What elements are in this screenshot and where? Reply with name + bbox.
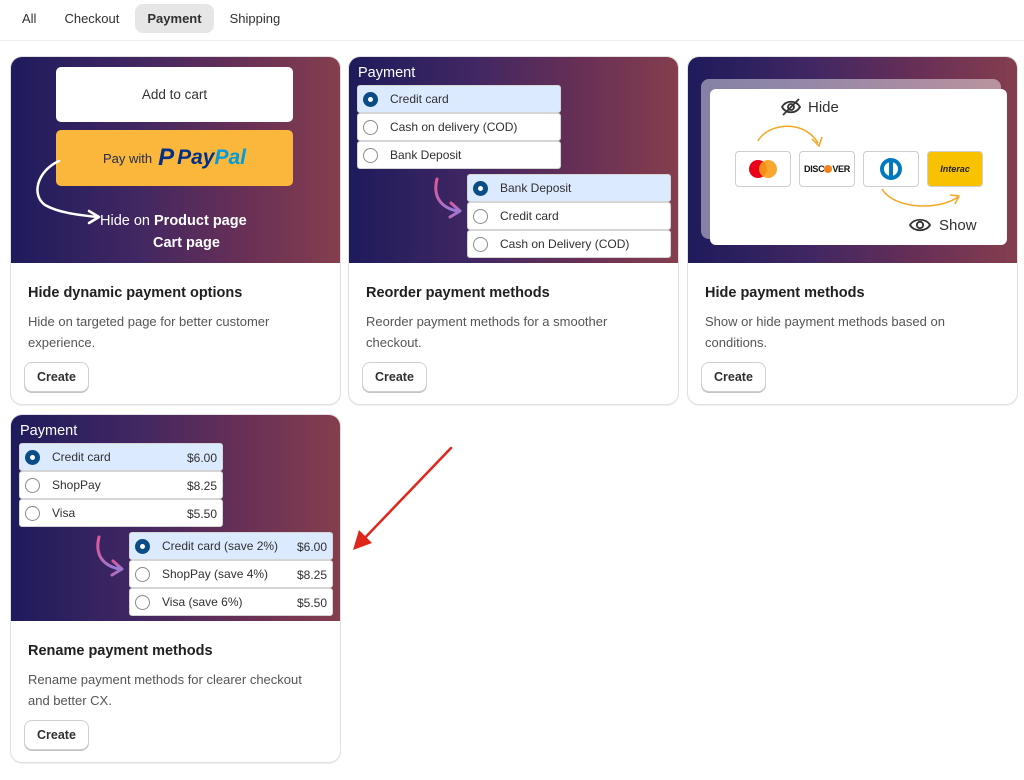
- radio-icon: [363, 119, 378, 135]
- paypal-logo-icon: P: [158, 144, 175, 171]
- interac-icon: Interac: [927, 151, 983, 187]
- card-banner: Add to cart Pay with P Pay Pal Hide on Pr…: [11, 57, 340, 263]
- card-description: Reorder payment methods for a smoother c…: [366, 314, 608, 350]
- filter-tabs: All Checkout Payment Shipping: [10, 4, 296, 33]
- tab-all[interactable]: All: [10, 4, 48, 33]
- paypal-wordmark-pay: Pay: [177, 146, 215, 169]
- radio-icon: [363, 147, 378, 163]
- curved-arrow-icon: [36, 159, 101, 225]
- card-title: Hide dynamic payment options: [28, 285, 243, 301]
- radio-icon: [473, 208, 488, 224]
- payment-option: Bank Deposit: [467, 174, 671, 202]
- tab-payment[interactable]: Payment: [135, 4, 214, 33]
- eye-slash-icon: [780, 98, 802, 116]
- payment-option: Cash on delivery (COD): [357, 113, 561, 141]
- tab-shipping[interactable]: Shipping: [218, 4, 293, 33]
- paypal-wordmark-pal: Pal: [214, 146, 247, 169]
- card-title: Reorder payment methods: [366, 285, 550, 301]
- radio-selected-icon: [363, 91, 378, 107]
- payment-list-after: Bank Deposit Credit card Cash on Deliver…: [467, 174, 671, 258]
- tabs-divider: [0, 40, 1024, 41]
- card-title: Rename payment methods: [28, 643, 213, 659]
- card-banner: Hide DISC VER Interac Show: [688, 57, 1017, 263]
- create-button[interactable]: Create: [701, 362, 766, 392]
- payment-option: Credit card: [357, 85, 561, 113]
- payment-option: Credit card (save 2%) $6.00: [129, 532, 333, 560]
- curved-arrow-icon: [96, 535, 124, 577]
- payment-option: Credit card: [467, 202, 671, 230]
- card-banner: Payment Credit card $6.00 ShopPay $8.25 Vi…: [11, 415, 340, 621]
- payment-list-before: Credit card Cash on delivery (COD) Bank …: [357, 85, 561, 169]
- discover-icon: DISC VER: [799, 151, 855, 187]
- radio-icon: [473, 236, 488, 252]
- radio-icon: [25, 505, 40, 521]
- pay-with-label: Pay with: [102, 150, 153, 166]
- mastercard-icon: [735, 151, 791, 187]
- create-button[interactable]: Create: [362, 362, 427, 392]
- payment-heading: Payment: [358, 65, 416, 81]
- payment-heading: Payment: [20, 423, 78, 439]
- radio-selected-icon: [25, 449, 40, 465]
- diners-club-icon: [863, 151, 919, 187]
- payment-option: Visa $5.50: [19, 499, 223, 527]
- template-card-hide-dynamic[interactable]: Add to cart Pay with P Pay Pal Hide on Pr…: [10, 56, 341, 405]
- hide-on-text: Hide on Product page: [100, 213, 247, 229]
- create-button[interactable]: Create: [24, 720, 89, 750]
- eye-icon: [908, 218, 932, 232]
- payment-option: Bank Deposit: [357, 141, 561, 169]
- payment-option: ShopPay (save 4%) $8.25: [129, 560, 333, 588]
- card-description: Show or hide payment methods based on co…: [705, 314, 945, 350]
- product-page-text: Product page: [154, 213, 247, 229]
- tab-checkout[interactable]: Checkout: [52, 4, 131, 33]
- curved-arrow-icon: [757, 125, 823, 148]
- card-description: Hide on targeted page for better custome…: [28, 314, 270, 350]
- curved-arrow-icon: [881, 188, 961, 207]
- payment-list-after: Credit card (save 2%) $6.00 ShopPay (save…: [129, 532, 333, 616]
- payment-option: Visa (save 6%) $5.50: [129, 588, 333, 616]
- add-to-cart-mock-button: Add to cart: [56, 67, 293, 122]
- radio-selected-icon: [135, 538, 150, 554]
- red-arrow-icon: [353, 446, 453, 550]
- payment-option: Credit card $6.00: [19, 443, 223, 471]
- create-button[interactable]: Create: [24, 362, 89, 392]
- cart-page-text: Cart page: [153, 235, 220, 251]
- curved-arrow-icon: [434, 177, 462, 219]
- card-description: Rename payment methods for clearer check…: [28, 672, 302, 708]
- card-banner: Payment Credit card Cash on delivery (CO…: [349, 57, 678, 263]
- radio-selected-icon: [473, 180, 488, 196]
- template-card-rename[interactable]: Payment Credit card $6.00 ShopPay $8.25 Vi…: [10, 414, 341, 763]
- payment-option: ShopPay $8.25: [19, 471, 223, 499]
- template-card-reorder[interactable]: Payment Credit card Cash on delivery (CO…: [348, 56, 679, 405]
- show-label: Show: [908, 216, 977, 234]
- radio-icon: [135, 594, 150, 610]
- radio-icon: [25, 477, 40, 493]
- hide-label: Hide: [780, 97, 839, 117]
- payment-list-before: Credit card $6.00 ShopPay $8.25 Visa $5.50: [19, 443, 223, 527]
- radio-icon: [135, 566, 150, 582]
- card-title: Hide payment methods: [705, 285, 865, 301]
- payment-option: Cash on Delivery (COD): [467, 230, 671, 258]
- template-card-hide-methods[interactable]: Hide DISC VER Interac Show Hide payment …: [687, 56, 1018, 405]
